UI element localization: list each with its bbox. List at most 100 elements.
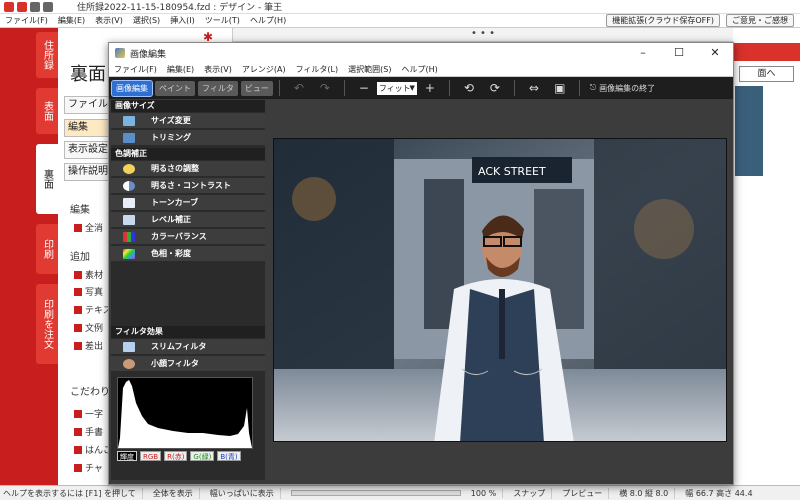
add-template-item[interactable]: 文例	[74, 321, 103, 334]
toolbar-divider	[448, 80, 450, 96]
panel-title: 裏面	[70, 64, 106, 85]
edited-photo[interactable]: ACK STREET	[273, 138, 727, 442]
tool-trim[interactable]: トリミング	[111, 130, 265, 146]
add-material-label: 素材	[85, 271, 104, 281]
tool-small-face-filter[interactable]: 小顔フィルタ	[111, 356, 265, 372]
dlg-menu-edit[interactable]: 編集(E)	[162, 64, 199, 75]
add-sender-item[interactable]: 差出	[74, 339, 103, 352]
dlg-menu-view[interactable]: 表示(V)	[199, 64, 237, 75]
kodawari-item-2[interactable]: 手書	[74, 425, 103, 438]
preview-toggle[interactable]: プレビュー	[562, 487, 610, 499]
dlg-menu-arrange[interactable]: アレンジ(A)	[237, 64, 291, 75]
tool-brightness[interactable]: 明るさの調整	[111, 161, 265, 177]
mode-tab-view[interactable]: ビュー	[240, 80, 273, 96]
menu-select[interactable]: 選択(S)	[128, 15, 165, 26]
tab-address-book[interactable]: 住所録	[36, 32, 58, 78]
toolbar-divider	[578, 80, 580, 96]
kodawari-item-3[interactable]: はんこ	[74, 443, 112, 456]
tool-brightness-label: 明るさの調整	[151, 164, 199, 173]
zoom-slider[interactable]	[290, 490, 461, 496]
challenge-icon	[74, 463, 82, 472]
add-photo-item[interactable]: 写真	[74, 285, 103, 298]
end-edit-label: 画像編集の終了	[599, 83, 656, 93]
close-icon[interactable]: ✕	[697, 43, 733, 63]
zoom-select[interactable]: フィット ▼	[376, 81, 417, 95]
menu-view[interactable]: 表示(V)	[90, 15, 128, 26]
tab-print[interactable]: 印刷	[36, 224, 58, 274]
dialog-toolbar: 画像編集 ペイント フィルタ ビュー ↶ ↷ − フィット ▼ + ⟲ ⟳ ⇔ ▣…	[109, 77, 733, 99]
tab-front[interactable]: 表面	[36, 88, 58, 134]
tool-small-face-filter-label: 小顔フィルタ	[151, 359, 199, 368]
rotate-right-icon[interactable]: ⟳	[485, 80, 505, 96]
tab-order-print[interactable]: 印刷を注文	[36, 284, 58, 364]
slim-filter-icon	[123, 341, 135, 352]
trim-icon	[123, 132, 135, 143]
mode-tab-filter[interactable]: フィルタ	[198, 80, 238, 96]
color-balance-icon	[123, 231, 135, 242]
app-logo-icon	[4, 1, 14, 12]
feedback-button[interactable]: ご意見・ご感想	[726, 14, 794, 27]
redo-icon[interactable]: ↷	[315, 80, 335, 96]
tool-resize[interactable]: サイズ変更	[111, 113, 265, 129]
kodawari-item-4[interactable]: チャ	[74, 461, 103, 474]
template-text-icon	[74, 323, 82, 332]
histogram-tab-luminance[interactable]: 輝度	[117, 451, 137, 461]
fit-width-button[interactable]: 幅いっぱいに表示	[210, 487, 281, 499]
flip-horizontal-icon[interactable]: ⇔	[524, 80, 544, 96]
sender-icon	[74, 341, 82, 350]
tool-hue-saturation[interactable]: 色相・彩度	[111, 246, 265, 262]
tool-brightness-contrast-label: 明るさ・コントラスト	[151, 181, 231, 190]
save-image-icon[interactable]: ▣	[550, 80, 570, 96]
tool-slim-filter[interactable]: スリムフィルタ	[111, 339, 265, 355]
dlg-menu-selection[interactable]: 選択範囲(S)	[343, 64, 396, 75]
delete-all-label: 全消	[85, 224, 104, 234]
zoom-in-icon[interactable]: +	[420, 80, 440, 96]
tool-resize-label: サイズ変更	[151, 116, 191, 125]
delete-all-item[interactable]: 全消	[74, 221, 103, 234]
tool-levels[interactable]: レベル補正	[111, 212, 265, 228]
dlg-menu-file[interactable]: ファイル(F)	[109, 64, 162, 75]
save-icon[interactable]	[17, 1, 27, 12]
dlg-menu-help[interactable]: ヘルプ(H)	[396, 64, 442, 75]
more-dots[interactable]: • • •	[471, 28, 495, 39]
tool-tone-curve[interactable]: トーンカーブ	[111, 195, 265, 211]
hue-saturation-icon	[123, 248, 135, 259]
menu-edit[interactable]: 編集(E)	[53, 15, 90, 26]
add-material-item[interactable]: 素材	[74, 268, 103, 281]
undo-icon[interactable]: ↶	[289, 80, 309, 96]
tool-brightness-contrast[interactable]: 明るさ・コントラスト	[111, 178, 265, 194]
maximize-icon[interactable]: ☐	[661, 43, 697, 63]
snap-toggle[interactable]: スナップ	[513, 487, 553, 499]
tab-back[interactable]: 裏面	[36, 144, 58, 214]
menu-insert[interactable]: 挿入(I)	[165, 15, 200, 26]
histogram-tab-blue[interactable]: B(青)	[217, 451, 241, 461]
undo-icon[interactable]	[30, 1, 40, 12]
histogram-tab-green[interactable]: G(緑)	[190, 451, 215, 461]
delete-icon	[74, 223, 82, 232]
menu-help[interactable]: ヘルプ(H)	[245, 15, 291, 26]
zoom-out-icon[interactable]: −	[354, 80, 374, 96]
tool-trim-label: トリミング	[151, 133, 191, 142]
end-edit-button[interactable]: ⎋ 画像編集の終了	[590, 83, 655, 94]
add-text-item[interactable]: テキス	[74, 303, 112, 316]
add-template-label: 文例	[85, 324, 104, 334]
mode-tab-image-edit[interactable]: 画像編集	[111, 79, 153, 97]
redo-icon[interactable]	[43, 1, 53, 12]
tool-color-balance[interactable]: カラーバランス	[111, 229, 265, 245]
show-all-button[interactable]: 全体を表示	[153, 487, 200, 499]
menu-tools[interactable]: ツール(T)	[200, 15, 245, 26]
cloud-extension-button[interactable]: 機能拡張(クラウド保存OFF)	[606, 14, 720, 27]
histogram-tab-red[interactable]: R(赤)	[164, 451, 188, 461]
minimize-icon[interactable]: –	[625, 43, 661, 63]
tone-curve-icon	[123, 197, 135, 208]
thumbnail-image[interactable]	[735, 86, 763, 176]
to-side-button[interactable]: 面へ	[739, 66, 794, 82]
mode-tab-paint[interactable]: ペイント	[155, 80, 195, 96]
kodawari-item-1[interactable]: 一字	[74, 407, 103, 420]
rotate-left-icon[interactable]: ⟲	[459, 80, 479, 96]
dlg-menu-filter[interactable]: フィルタ(L)	[291, 64, 344, 75]
menu-file[interactable]: ファイル(F)	[0, 15, 53, 26]
histogram-tab-rgb[interactable]: RGB	[140, 451, 162, 461]
photo-illustration: ACK STREET	[274, 139, 726, 441]
dialog-menubar: ファイル(F) 編集(E) 表示(V) アレンジ(A) フィルタ(L) 選択範囲…	[109, 63, 733, 77]
